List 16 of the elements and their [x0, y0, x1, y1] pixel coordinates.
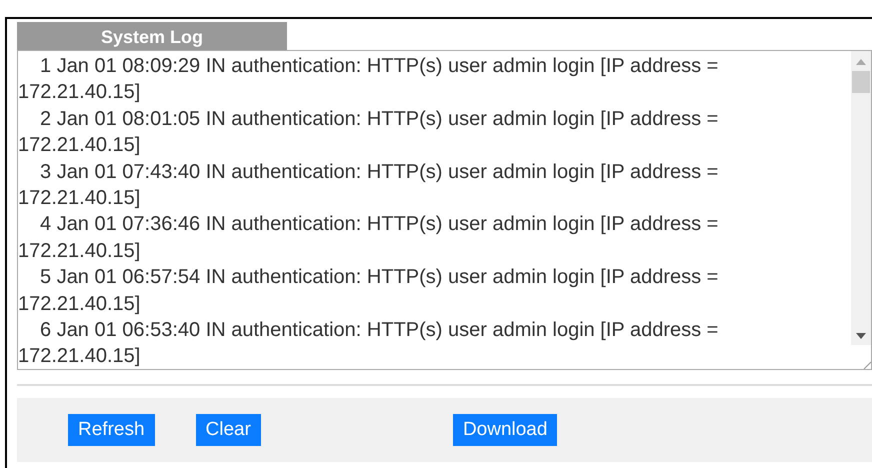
log-entry: 4 Jan 01 07:36:46 IN authentication: HTTP(s) user admin login [IP address = 172.21.40.15]	[18, 212, 720, 264]
panel-tab[interactable]: System Log	[17, 22, 287, 50]
action-button[interactable]: Clear	[196, 414, 261, 446]
scroll-up-icon[interactable]	[856, 59, 866, 65]
scroll-down-icon[interactable]	[856, 333, 866, 339]
scrollbar[interactable]	[851, 51, 871, 369]
action-button[interactable]: Refresh	[68, 414, 155, 446]
log-entry: 1 Jan 01 08:09:29 IN authentication: HTTP(s) user admin login [IP address = 172.21.40.15]	[18, 54, 720, 106]
resize-grip-icon[interactable]	[863, 361, 871, 369]
log-entry: 3 Jan 01 07:43:40 IN authentication: HTTP(s) user admin login [IP address = 172.21.40.15]	[18, 160, 720, 212]
scroll-thumb[interactable]	[852, 71, 870, 93]
log-entry: 6 Jan 01 06:53:40 IN authentication: HTTP(s) user admin login [IP address = 172.21.40.15]	[18, 318, 720, 369]
log-text-area[interactable]	[17, 50, 872, 370]
action-button[interactable]: Download	[452, 414, 558, 446]
log-entry: 2 Jan 01 08:01:05 IN authentication: HTTP(s) user admin login [IP address = 172.21.40.15]	[18, 106, 720, 158]
log-entry: 5 Jan 01 06:57:54 IN authentication: HTTP(s) user admin login [IP address = 172.21.40.15]	[18, 265, 720, 317]
